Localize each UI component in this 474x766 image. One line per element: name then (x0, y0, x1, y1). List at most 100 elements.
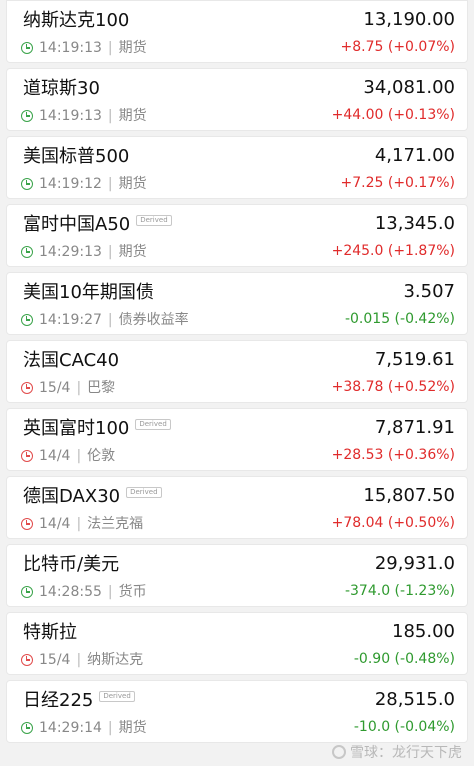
instrument-name: 纳斯达克100 (23, 10, 129, 32)
clock-icon (21, 450, 33, 462)
price: 29,931.0 (374, 553, 455, 574)
instrument-name-text: 富时中国A50 (23, 214, 131, 235)
separator: | (107, 244, 113, 260)
separator: | (76, 516, 82, 532)
xueqiu-logo-icon (332, 745, 346, 759)
price: 34,081.00 (363, 77, 455, 98)
price-change: +8.75 (+0.07%) (340, 39, 455, 55)
quote-row[interactable]: 特斯拉 185.00 15/4 | 纳斯达克 -0.90 (-0.48%) (6, 612, 468, 675)
instrument-name-text: 特斯拉 (23, 622, 77, 643)
quote-row[interactable]: 美国标普500 4,171.00 14:19:12 | 期货 +7.25 (+0.17%) (6, 136, 468, 199)
quote-row[interactable]: 日经225 Derived 28,515.0 14:29:14 | 期货 -10.0 (-0… (6, 680, 468, 743)
quote-time: 14:19:12 (39, 176, 102, 192)
price: 7,519.61 (374, 349, 455, 370)
instrument-name-text: 比特币/美元 (23, 554, 120, 575)
quote-row[interactable]: 富时中国A50 Derived 13,345.0 14:29:13 | 期货 +245.0 … (6, 204, 468, 267)
market-type: 期货 (118, 244, 147, 260)
quote-time: 14/4 (39, 516, 71, 532)
quote-row[interactable]: 比特币/美元 29,931.0 14:28:55 | 货币 -374.0 (-1.23%) (6, 544, 468, 607)
price-change: +38.78 (+0.52%) (331, 379, 455, 395)
market-type: 巴黎 (87, 380, 116, 396)
quote-row[interactable]: 纳斯达克100 13,190.00 14:19:13 | 期货 +8.75 (+0.07%… (6, 0, 468, 63)
quote-row[interactable]: 道琼斯30 34,081.00 14:19:13 | 期货 +44.00 (+0.13%) (6, 68, 468, 131)
separator: | (107, 720, 113, 736)
separator: | (107, 312, 113, 328)
quote-meta: 14:28:55 | 货币 (21, 583, 147, 601)
quote-meta: 14:19:13 | 期货 (21, 39, 147, 57)
quote-meta: 14/4 | 法兰克福 (21, 515, 143, 533)
derived-badge: Derived (135, 418, 171, 430)
quote-time: 14:19:27 (39, 312, 102, 328)
derived-badge: Derived (136, 214, 172, 226)
clock-icon (21, 42, 33, 54)
quote-time: 15/4 (39, 652, 71, 668)
price: 13,345.0 (374, 213, 455, 234)
derived-badge: Derived (99, 690, 135, 702)
instrument-name: 英国富时100 Derived (23, 418, 171, 440)
instrument-name-text: 纳斯达克100 (23, 10, 130, 31)
instrument-name: 德国DAX30 Derived (23, 486, 162, 508)
instrument-name: 日经225 Derived (23, 690, 135, 712)
quote-time: 14:28:55 (39, 584, 102, 600)
quote-meta: 14:19:13 | 期货 (21, 107, 147, 125)
clock-icon (21, 722, 33, 734)
separator: | (107, 176, 113, 192)
instrument-name-text: 美国10年期国债 (23, 282, 154, 303)
quote-meta: 14/4 | 伦敦 (21, 447, 115, 465)
quote-row[interactable]: 法国CAC40 7,519.61 15/4 | 巴黎 +38.78 (+0.52%) (6, 340, 468, 403)
instrument-name: 美国标普500 (23, 146, 129, 168)
quote-meta: 15/4 | 纳斯达克 (21, 651, 143, 669)
separator: | (76, 380, 82, 396)
market-type: 期货 (118, 40, 147, 56)
market-type: 期货 (118, 720, 147, 736)
market-type: 期货 (118, 176, 147, 192)
instrument-name: 美国10年期国债 (23, 282, 154, 304)
clock-icon (21, 586, 33, 598)
quote-time: 14:29:14 (39, 720, 102, 736)
separator: | (76, 652, 82, 668)
market-type: 纳斯达克 (87, 652, 144, 668)
price-change: +44.00 (+0.13%) (331, 107, 455, 123)
price-change: -374.0 (-1.23%) (344, 583, 455, 599)
instrument-name-text: 美国标普500 (23, 146, 130, 167)
instrument-name-text: 日经225 (23, 690, 94, 711)
quote-meta: 14:19:12 | 期货 (21, 175, 147, 193)
instrument-name-text: 德国DAX30 (23, 486, 121, 507)
watermark: 雪球：龙行天下虎 (332, 742, 462, 762)
separator: | (107, 108, 113, 124)
quote-meta: 14:29:14 | 期货 (21, 719, 147, 737)
market-type: 债券收益率 (118, 312, 189, 328)
market-type: 法兰克福 (87, 516, 144, 532)
quote-time: 14:19:13 (39, 40, 102, 56)
instrument-name-text: 法国CAC40 (23, 350, 120, 371)
market-type: 伦敦 (87, 448, 116, 464)
instrument-name: 比特币/美元 (23, 554, 119, 576)
quote-row[interactable]: 德国DAX30 Derived 15,807.50 14/4 | 法兰克福 +78.04 (… (6, 476, 468, 539)
price: 185.00 (392, 621, 455, 642)
quote-time: 14:19:13 (39, 108, 102, 124)
quote-row[interactable]: 美国10年期国债 3.507 14:19:27 | 债券收益率 -0.015 (-0.42… (6, 272, 468, 335)
clock-icon (21, 314, 33, 326)
clock-icon (21, 654, 33, 666)
derived-badge: Derived (126, 486, 162, 498)
instrument-name-text: 英国富时100 (23, 418, 130, 439)
market-type: 期货 (118, 108, 147, 124)
market-type: 货币 (118, 584, 147, 600)
separator: | (107, 584, 113, 600)
quote-meta: 14:29:13 | 期货 (21, 243, 147, 261)
quote-list: 纳斯达克100 13,190.00 14:19:13 | 期货 +8.75 (+0.07%… (0, 0, 474, 743)
clock-icon (21, 518, 33, 530)
quote-time: 14/4 (39, 448, 71, 464)
quote-time: 15/4 (39, 380, 71, 396)
separator: | (107, 40, 113, 56)
clock-icon (21, 178, 33, 190)
price: 13,190.00 (363, 9, 455, 30)
price-change: -0.015 (-0.42%) (344, 311, 455, 327)
instrument-name-text: 道琼斯30 (23, 78, 100, 99)
price-change: +28.53 (+0.36%) (331, 447, 455, 463)
instrument-name: 道琼斯30 (23, 78, 100, 100)
quote-time: 14:29:13 (39, 244, 102, 260)
price-change: +245.0 (+1.87%) (331, 243, 455, 259)
quote-row[interactable]: 英国富时100 Derived 7,871.91 14/4 | 伦敦 +28.53 (+0.… (6, 408, 468, 471)
price-change: +78.04 (+0.50%) (331, 515, 455, 531)
